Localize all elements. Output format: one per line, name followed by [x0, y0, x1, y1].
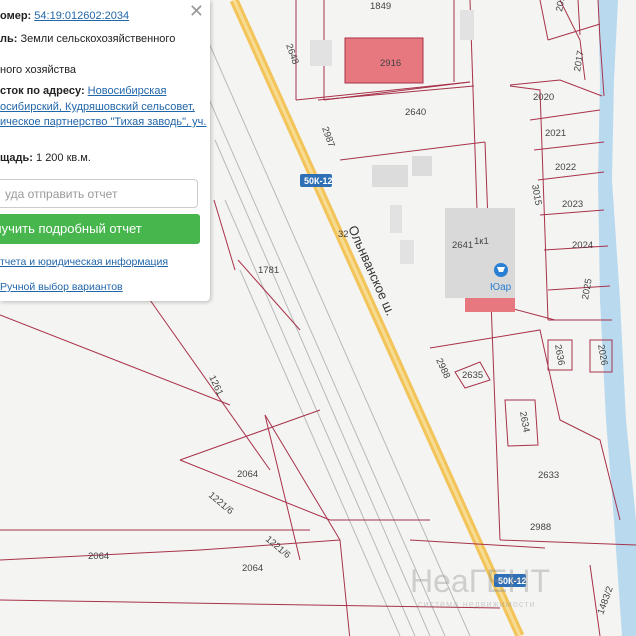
svg-text:2641: 2641: [452, 240, 473, 251]
svg-text:2021: 2021: [545, 128, 566, 139]
category-label: ль:: [0, 33, 18, 45]
area-label: щадь:: [0, 152, 33, 164]
building-number: 1к1: [474, 236, 489, 247]
svg-text:2635: 2635: [462, 370, 483, 381]
watermark: НеаГЕНТ система недвижимости: [410, 563, 550, 609]
area-value: 1 200 кв.м.: [36, 152, 91, 164]
number-row: омер: 54:19:012602:2034: [0, 9, 129, 24]
address-line-3[interactable]: ическое партнерство "Тихая заводь", уч.: [0, 115, 206, 130]
svg-text:2640: 2640: [405, 107, 426, 118]
number-label: омер:: [0, 10, 32, 22]
legal-info-link[interactable]: тчета и юридическая информация: [0, 256, 168, 268]
cadastral-number-link[interactable]: 54:19:012602:2034: [34, 10, 129, 22]
svg-text:2020: 2020: [533, 92, 554, 103]
category-value: Земли сельскохозяйственного: [20, 33, 176, 45]
svg-text:2064: 2064: [237, 469, 258, 480]
svg-text:1849: 1849: [370, 1, 391, 12]
address-label: сток по адресу:: [0, 85, 85, 97]
address-link-1[interactable]: Новосибирская: [88, 85, 167, 97]
svg-text:50К-12: 50К-12: [304, 176, 333, 186]
parcel-info-panel: ✕ омер: 54:19:012602:2034 ль: Земли сель…: [0, 0, 210, 301]
svg-text:2024: 2024: [572, 240, 593, 251]
manual-select-link[interactable]: Ручной выбор вариантов: [0, 281, 123, 293]
svg-text:2633: 2633: [538, 470, 559, 481]
area-row: щадь: 1 200 кв.м.: [0, 151, 91, 166]
svg-text:Юар: Юар: [490, 282, 512, 293]
svg-text:система недвижимости: система недвижимости: [418, 599, 535, 609]
email-input[interactable]: [0, 179, 198, 208]
category-row: ль: Земли сельскохозяйственного: [0, 32, 175, 47]
category-value-2: ного хозяйства: [0, 64, 77, 76]
close-icon[interactable]: ✕: [189, 2, 204, 20]
svg-text:2988: 2988: [530, 522, 551, 533]
road-shield: 50К-12: [300, 174, 333, 187]
svg-text:2064: 2064: [88, 551, 109, 562]
svg-text:2023: 2023: [562, 199, 583, 210]
address-line-2[interactable]: осибирский, Кудряшовский сельсовет,: [0, 100, 195, 115]
svg-text:1781: 1781: [258, 265, 279, 276]
get-report-button[interactable]: лучить подробный отчет: [0, 214, 200, 244]
address-link-2[interactable]: осибирский, Кудряшовский сельсовет,: [0, 101, 195, 113]
address-row: сток по адресу: Новосибирская: [0, 84, 166, 99]
svg-text:НеаГЕНТ: НеаГЕНТ: [410, 563, 550, 599]
address-link-3[interactable]: ическое партнерство "Тихая заводь", уч.: [0, 116, 206, 128]
svg-text:2022: 2022: [555, 162, 576, 173]
svg-text:2916: 2916: [380, 58, 401, 69]
svg-text:2064: 2064: [242, 563, 263, 574]
